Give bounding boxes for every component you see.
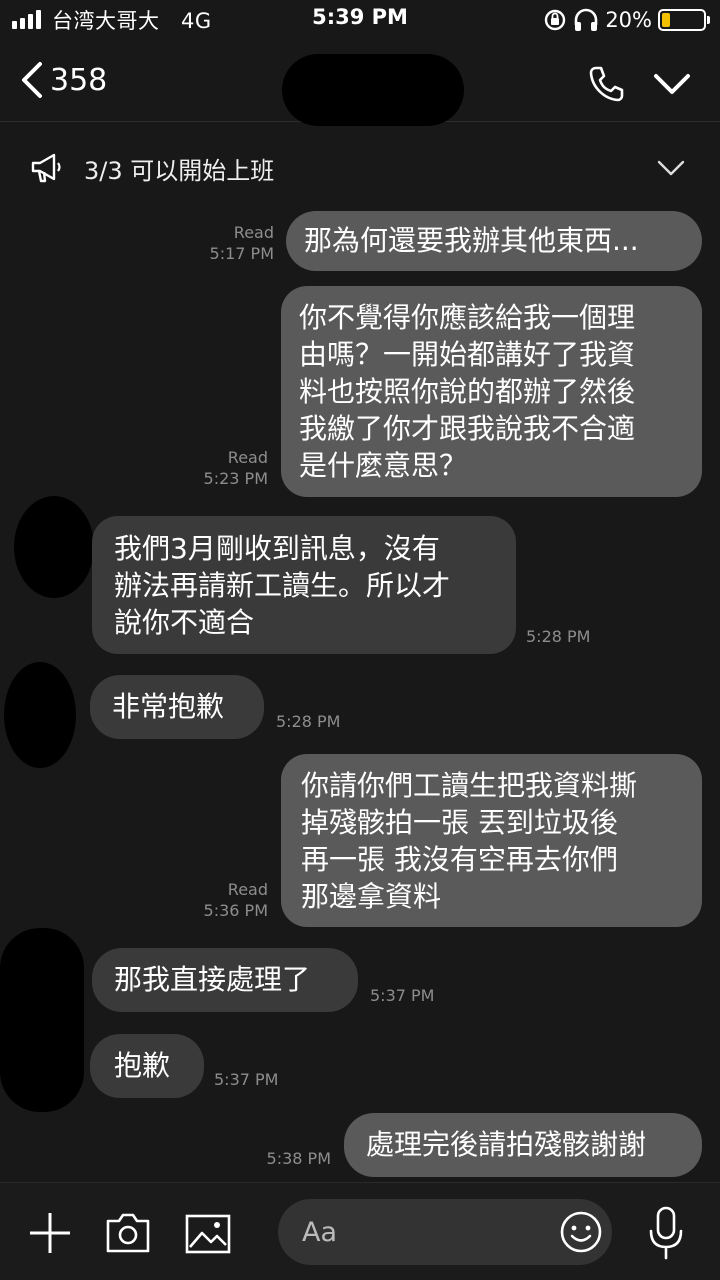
message-time: 5:38 PM xyxy=(266,1149,331,1168)
status-icons: 20% xyxy=(543,6,710,34)
outgoing-message[interactable]: 處理完後請拍殘骸謝謝 xyxy=(344,1113,702,1177)
chevron-down-icon[interactable] xyxy=(650,62,694,106)
input-bar xyxy=(0,1182,720,1280)
redacted-avatar xyxy=(4,662,76,768)
microphone-icon[interactable] xyxy=(646,1205,686,1261)
back-button[interactable]: 358 xyxy=(18,58,107,102)
read-receipt: Read xyxy=(227,448,268,467)
message-time: 5:28 PM xyxy=(526,627,591,646)
outgoing-message[interactable]: 你請你們工讀生把我資料撕 掉殘骸拍一張 丟到垃圾後 再一張 我沒有空再去你們 那… xyxy=(281,754,702,927)
redacted-avatar xyxy=(0,928,84,1112)
chevron-down-icon[interactable] xyxy=(656,153,686,183)
incoming-message[interactable]: 那我直接處理了 xyxy=(92,948,358,1012)
message-time: 5:36 PM xyxy=(203,901,268,920)
chat-header: 358 xyxy=(0,40,720,126)
outgoing-message[interactable]: 你不覺得你應該給我一個理 由嗎？一開始都講好了我資 料也按照你說的都辦了然後 我… xyxy=(281,286,702,497)
read-receipt: Read xyxy=(227,880,268,899)
battery-percent: 20% xyxy=(605,8,652,32)
plus-icon[interactable] xyxy=(28,1211,72,1255)
message-meta: Read 5:23 PM xyxy=(204,447,268,489)
incoming-message[interactable]: 非常抱歉 xyxy=(90,675,264,739)
status-bar: 台湾大哥大 4G 5:39 PM 20% xyxy=(0,0,720,40)
phone-icon[interactable] xyxy=(584,62,628,106)
announcement-text: 3/3 可以開始上班 xyxy=(84,157,275,185)
unread-count: 358 xyxy=(50,62,108,98)
incoming-message[interactable]: 抱歉 xyxy=(90,1034,204,1098)
message-meta: Read 5:17 PM xyxy=(210,222,274,264)
message-time: 5:37 PM xyxy=(370,986,435,1005)
message-time: 5:37 PM xyxy=(214,1070,279,1089)
rotation-lock-icon xyxy=(545,9,566,31)
message-input-field[interactable] xyxy=(278,1199,612,1265)
camera-icon[interactable] xyxy=(104,1211,152,1255)
outgoing-message[interactable]: 那為何還要我辦其他東西... xyxy=(286,211,702,271)
emoji-icon[interactable] xyxy=(558,1209,604,1255)
message-time: 5:23 PM xyxy=(203,469,268,488)
image-icon[interactable] xyxy=(184,1213,232,1255)
announcement-bar[interactable]: 3/3 可以開始上班 xyxy=(0,123,720,211)
incoming-message[interactable]: 我們3月剛收到訊息，沒有 辦法再請新工讀生。所以才 說你不適合 xyxy=(92,516,516,654)
message-meta: Read 5:36 PM xyxy=(204,879,268,921)
headphones-icon xyxy=(575,8,598,31)
megaphone-icon xyxy=(31,153,61,183)
message-time: 5:28 PM xyxy=(276,712,341,731)
message-time: 5:17 PM xyxy=(209,244,274,263)
redacted-avatar xyxy=(14,496,94,598)
redacted-contact-name xyxy=(282,54,464,126)
back-chevron-icon xyxy=(22,62,42,98)
read-receipt: Read xyxy=(233,223,274,242)
message-input[interactable] xyxy=(302,1209,552,1255)
battery-icon xyxy=(658,9,710,31)
